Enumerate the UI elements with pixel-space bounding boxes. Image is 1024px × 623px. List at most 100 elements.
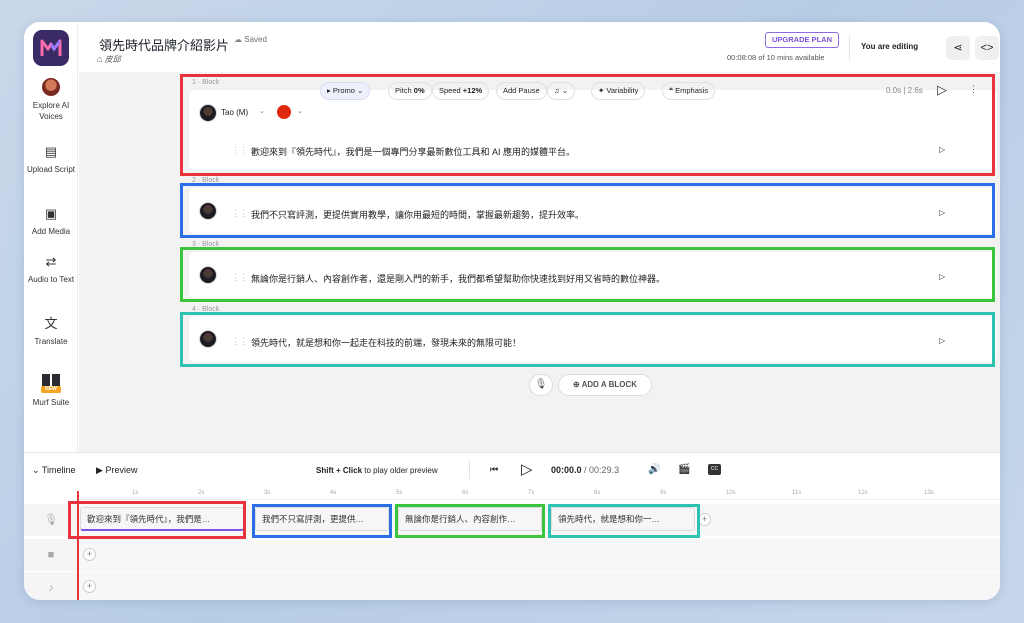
timeline-panel: ⌄ Timeline ▶ Preview Shift + Click to pl… xyxy=(24,452,1000,600)
variability-label: Variability xyxy=(606,86,639,95)
voice-avatar[interactable] xyxy=(199,330,217,348)
sidebar: Explore AI Voices ▤ Upload Script ▣ Add … xyxy=(24,22,78,452)
speed-control[interactable]: Speed +12% xyxy=(432,82,490,100)
cloud-icon: ☁ xyxy=(234,35,242,44)
sidebar-item-upload-script[interactable]: ▤ Upload Script xyxy=(24,144,78,175)
microphone-icon[interactable]: 🎙 xyxy=(529,374,553,396)
minutes-available: 00:08:08 of 10 mins available xyxy=(727,53,825,62)
drag-handle-icon[interactable]: ⋮⋮ xyxy=(231,208,248,219)
pitch-value: 0% xyxy=(413,86,425,95)
language-dropdown-icon[interactable]: ⌄ xyxy=(297,107,303,115)
add-clip-icon[interactable]: + xyxy=(698,513,711,526)
block-text[interactable]: 歡迎來到『領先時代』，我們是一個專門分享最新數位工具和 AI 應用的媒體平台。 xyxy=(251,145,575,158)
sidebar-item-label: Audio to Text xyxy=(27,275,75,284)
clapper-icon[interactable]: 🎬 xyxy=(678,464,690,475)
sidebar-item-explore-voices[interactable]: Explore AI Voices xyxy=(24,78,78,122)
emphasis-button[interactable]: ❝ Emphasis xyxy=(662,82,716,100)
pronunciation-icon: ♫ xyxy=(554,86,560,95)
project-title[interactable]: 領先時代品牌介紹影片 xyxy=(99,35,229,54)
share-icon[interactable]: ⋖ xyxy=(946,36,970,60)
voice-track: 🎙 歡迎來到『領先時代』，我們是… 我們不只寫評測，更提供… 無論你是行銷人、內… xyxy=(24,504,1000,536)
total-time: / 00:29.3 xyxy=(584,465,620,475)
timeline-toggle[interactable]: ⌄ Timeline xyxy=(32,465,76,476)
block-label: 2 · Block xyxy=(192,177,220,184)
drag-handle-icon[interactable]: ⋮⋮ xyxy=(231,336,248,347)
sidebar-item-add-media[interactable]: ▣ Add Media xyxy=(24,206,78,237)
speed-value: +12% xyxy=(462,86,483,95)
play-icon[interactable]: ▷ xyxy=(521,460,533,478)
tick-label: 11s xyxy=(792,490,802,496)
editing-status: You are editing xyxy=(861,42,919,51)
voice-name[interactable]: Tao (M) xyxy=(221,108,248,117)
skip-back-icon[interactable]: ⏮ xyxy=(490,464,498,475)
embed-code-icon[interactable]: <> xyxy=(975,36,999,60)
upgrade-plan-button[interactable]: UPGRADE PLAN xyxy=(765,32,839,48)
sidebar-item-murf-suite[interactable]: NEW Murf Suite xyxy=(24,374,78,408)
timeline-clip[interactable]: 我們不只寫評測，更提供… xyxy=(255,507,389,531)
more-options-icon[interactable]: ⋮ xyxy=(969,84,978,95)
preview-label: Preview xyxy=(105,465,138,475)
upload-script-icon: ▤ xyxy=(44,144,58,159)
add-video-icon[interactable]: + xyxy=(83,548,96,561)
sidebar-item-label: Murf Suite xyxy=(32,398,70,407)
voice-avatar[interactable] xyxy=(199,104,217,122)
music-track-lane xyxy=(79,572,1000,600)
pitch-label: Pitch xyxy=(395,86,412,95)
tick-label: 12s xyxy=(858,490,868,496)
block-text[interactable]: 我們不只寫評測，更提供實用教學，讓你用最短的時間，掌握最新趨勢，提升效率。 xyxy=(251,208,584,221)
timeline-clip[interactable]: 無論你是行銷人、內容創作… xyxy=(398,507,542,531)
murf-logo[interactable] xyxy=(33,30,69,66)
china-flag-icon[interactable] xyxy=(277,105,291,119)
app-window: Explore AI Voices ▤ Upload Script ▣ Add … xyxy=(24,22,1000,600)
playhead[interactable] xyxy=(77,491,79,600)
play-sentence-icon[interactable]: ▷ xyxy=(939,145,945,154)
quote-icon: ❝ xyxy=(669,86,674,95)
timeline-clip[interactable]: 領先時代，就是想和你一… xyxy=(551,507,695,531)
add-block-button[interactable]: ⊕ ADD A BLOCK xyxy=(558,374,652,396)
time-display: 00:00.0 / 00:29.3 xyxy=(551,465,619,475)
tick-label: 9s xyxy=(660,490,667,496)
top-bar: 領先時代品牌介紹影片 ☁ Saved ⌂ 皮邱 UPGRADE PLAN 00:… xyxy=(79,22,1000,72)
translate-icon: 文 xyxy=(44,316,58,331)
voice-avatar-icon xyxy=(42,78,60,96)
add-pause-button[interactable]: Add Pause xyxy=(496,82,547,100)
volume-icon[interactable]: 🔊 xyxy=(648,464,660,475)
add-block-label: ADD A BLOCK xyxy=(581,380,638,389)
play-sentence-icon[interactable]: ▷ xyxy=(939,336,945,345)
tick-label: 5s xyxy=(396,490,403,496)
timeline-clip[interactable]: 歡迎來到『領先時代』，我們是… xyxy=(80,507,244,531)
voice-dropdown-icon[interactable]: ⌄ xyxy=(259,107,265,115)
plus-circle-icon: ⊕ xyxy=(572,380,580,389)
voice-avatar[interactable] xyxy=(199,202,217,220)
sidebar-item-translate[interactable]: 文 Translate xyxy=(24,316,78,347)
breadcrumb[interactable]: ⌂ 皮邱 xyxy=(97,54,121,65)
play-sentence-icon[interactable]: ▷ xyxy=(939,272,945,281)
play-block-icon[interactable]: ▷ xyxy=(937,82,947,98)
tick-label: 4s xyxy=(330,490,337,496)
block-label: 1 · Block xyxy=(192,79,220,86)
speed-label: Speed xyxy=(439,86,461,95)
play-sentence-icon[interactable]: ▷ xyxy=(939,208,945,217)
timeline-label: Timeline xyxy=(41,465,76,475)
tick-label: 3s xyxy=(264,490,271,496)
voice-avatar[interactable] xyxy=(199,266,217,284)
style-icon: ▸ xyxy=(327,86,331,95)
current-time: 00:00.0 xyxy=(551,465,582,475)
drag-handle-icon[interactable]: ⋮⋮ xyxy=(231,145,248,156)
preview-button[interactable]: ▶ Preview xyxy=(96,465,137,476)
style-dropdown[interactable]: ▸ Promo ⌄ xyxy=(320,82,371,100)
video-camera-icon: ■ xyxy=(24,539,78,571)
sidebar-item-audio-to-text[interactable]: ⇄ Audio to Text xyxy=(24,254,78,285)
captions-icon[interactable]: CC xyxy=(708,464,721,475)
block-text[interactable]: 無論你是行銷人、內容創作者，還是剛入門的新手，我們都希望幫助你快速找到好用又省時… xyxy=(251,272,665,285)
sidebar-item-label: Explore AI Voices xyxy=(32,101,70,121)
video-track: ■ + xyxy=(24,539,1000,571)
pronunciation-button[interactable]: ♫ ⌄ xyxy=(547,82,575,100)
add-music-icon[interactable]: + xyxy=(83,580,96,593)
music-track: ♪ + xyxy=(24,572,1000,600)
pitch-control[interactable]: Pitch 0% xyxy=(388,82,432,100)
block-text[interactable]: 領先時代，就是想和你一起走在科技的前端，發現未來的無限可能！ xyxy=(251,336,521,349)
drag-handle-icon[interactable]: ⋮⋮ xyxy=(231,272,248,283)
media-icon: ▣ xyxy=(44,206,58,221)
variability-button[interactable]: ✦ Variability xyxy=(591,82,646,100)
